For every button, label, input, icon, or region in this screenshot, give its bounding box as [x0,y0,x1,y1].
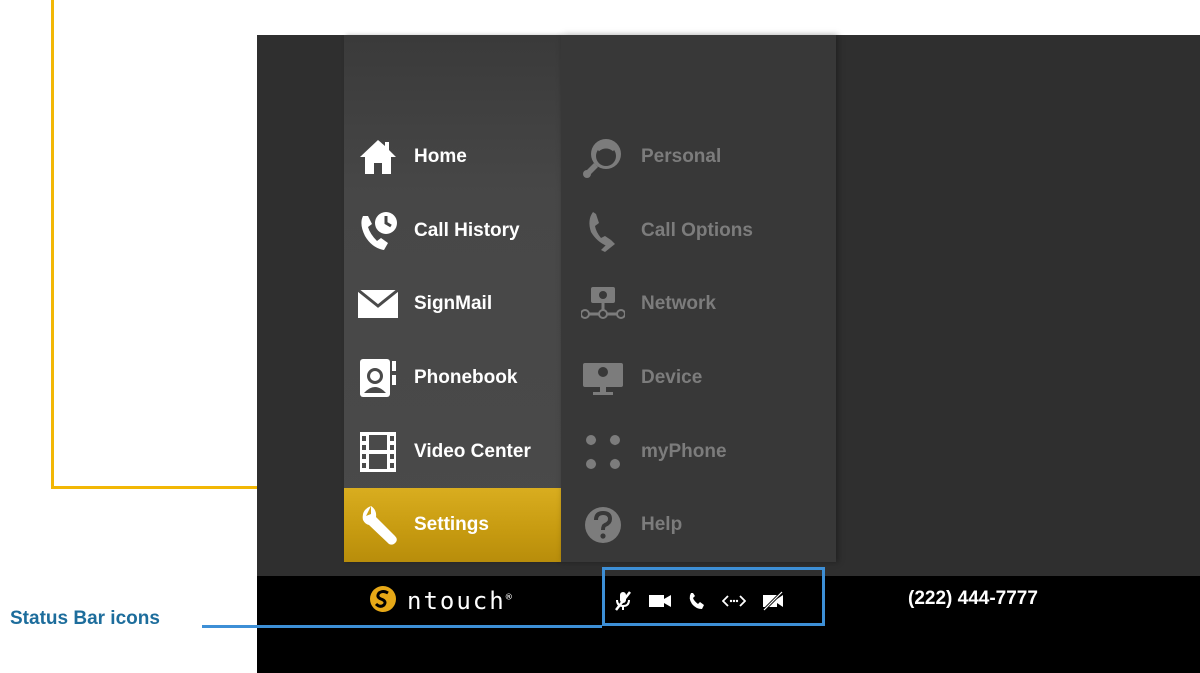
annotation-label-status-bar-icons: Status Bar icons [10,608,160,629]
menu-item-signmail[interactable]: SignMail [344,267,561,341]
submenu-item-device[interactable]: Device [561,341,836,415]
menu-item-label: SignMail [414,293,493,314]
sorenson-logo-icon [369,585,397,618]
user-phone-number: (222) 444-7777 [908,588,1038,609]
menu-item-label: Video Center [414,441,531,462]
home-icon [356,135,400,179]
submenu-item-personal[interactable]: Personal [561,120,836,194]
status-icons-highlight-box [602,567,825,626]
phonebook-icon [356,356,400,400]
submenu-item-label: Personal [641,146,722,167]
submenu-item-label: Device [641,367,703,388]
submenu-item-call-options[interactable]: Call Options [561,194,836,268]
menu-item-label: Call History [414,220,520,241]
annotation-callout-line [202,625,602,628]
network-icon [581,282,625,326]
settings-icon [356,503,400,547]
call-options-icon [581,209,625,253]
submenu-item-myphone[interactable]: myPhone [561,415,836,489]
main-menu: Home Call History SignMail Phonebook Vid… [344,35,561,562]
help-icon [581,503,625,547]
menu-item-label: Home [414,146,467,167]
settings-submenu: Personal Call Options Network Device myP… [561,35,836,562]
personal-icon [581,135,625,179]
menu-item-label: Settings [414,514,489,535]
signmail-icon [356,282,400,326]
submenu-item-label: Help [641,514,683,535]
annotation-arrow-line-vertical [51,0,54,489]
menu-item-video-center[interactable]: Video Center [344,415,561,489]
submenu-item-label: myPhone [641,441,727,462]
menu-item-phonebook[interactable]: Phonebook [344,341,561,415]
menu-item-home[interactable]: Home [344,120,561,194]
menu-item-label: Phonebook [414,367,518,388]
submenu-item-help[interactable]: Help [561,488,836,562]
menu-item-settings[interactable]: Settings [344,488,561,562]
call-history-icon [356,209,400,253]
submenu-item-label: Call Options [641,220,753,241]
brand-name: ntouch® [407,587,514,615]
myphone-icon [581,430,625,474]
device-icon [581,356,625,400]
registered-mark: ® [505,592,514,603]
submenu-item-network[interactable]: Network [561,267,836,341]
submenu-item-label: Network [641,293,716,314]
video-center-icon [356,430,400,474]
brand-name-text: ntouch [407,587,506,615]
menu-item-call-history[interactable]: Call History [344,194,561,268]
ntouch-logo: ntouch® [369,585,514,618]
